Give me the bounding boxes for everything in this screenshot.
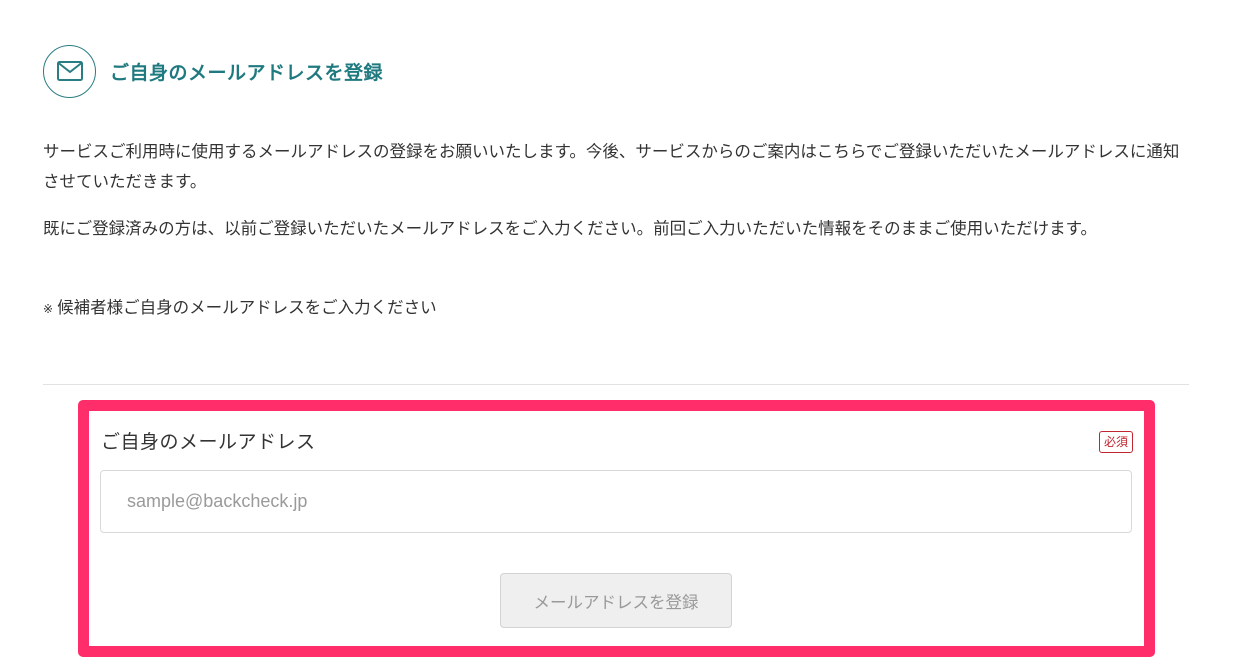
- email-field-label: ご自身のメールアドレス: [101, 431, 316, 453]
- mail-icon: [43, 44, 96, 98]
- note-mark: ※: [43, 302, 54, 316]
- note-body: 候補者様ご自身のメールアドレスをご入力ください: [57, 298, 437, 317]
- email-form: ご自身のメールアドレス 必須 メールアドレスを登録: [78, 400, 1155, 657]
- intro-paragraph-2: 既にご登録済みの方は、以前ご登録いただいたメールアドレスをご入力ください。前回ご…: [43, 219, 1098, 238]
- section-header: ご自身のメールアドレスを登録: [43, 44, 383, 98]
- intro-paragraph-1: サービスご利用時に使用するメールアドレスの登録をお願いいたします。今後、サービス…: [43, 142, 1180, 191]
- page-title: ご自身のメールアドレスを登録: [110, 61, 384, 84]
- registration-page: ご自身のメールアドレスを登録 サービスご利用時に使用するメールアドレスの登録をお…: [0, 0, 1234, 671]
- register-email-button[interactable]: メールアドレスを登録: [500, 573, 732, 628]
- note-text: ※ 候補者様ご自身のメールアドレスをご入力ください: [43, 293, 437, 324]
- divider: [43, 384, 1189, 385]
- required-badge: 必須: [1098, 431, 1133, 453]
- email-field[interactable]: [100, 470, 1132, 533]
